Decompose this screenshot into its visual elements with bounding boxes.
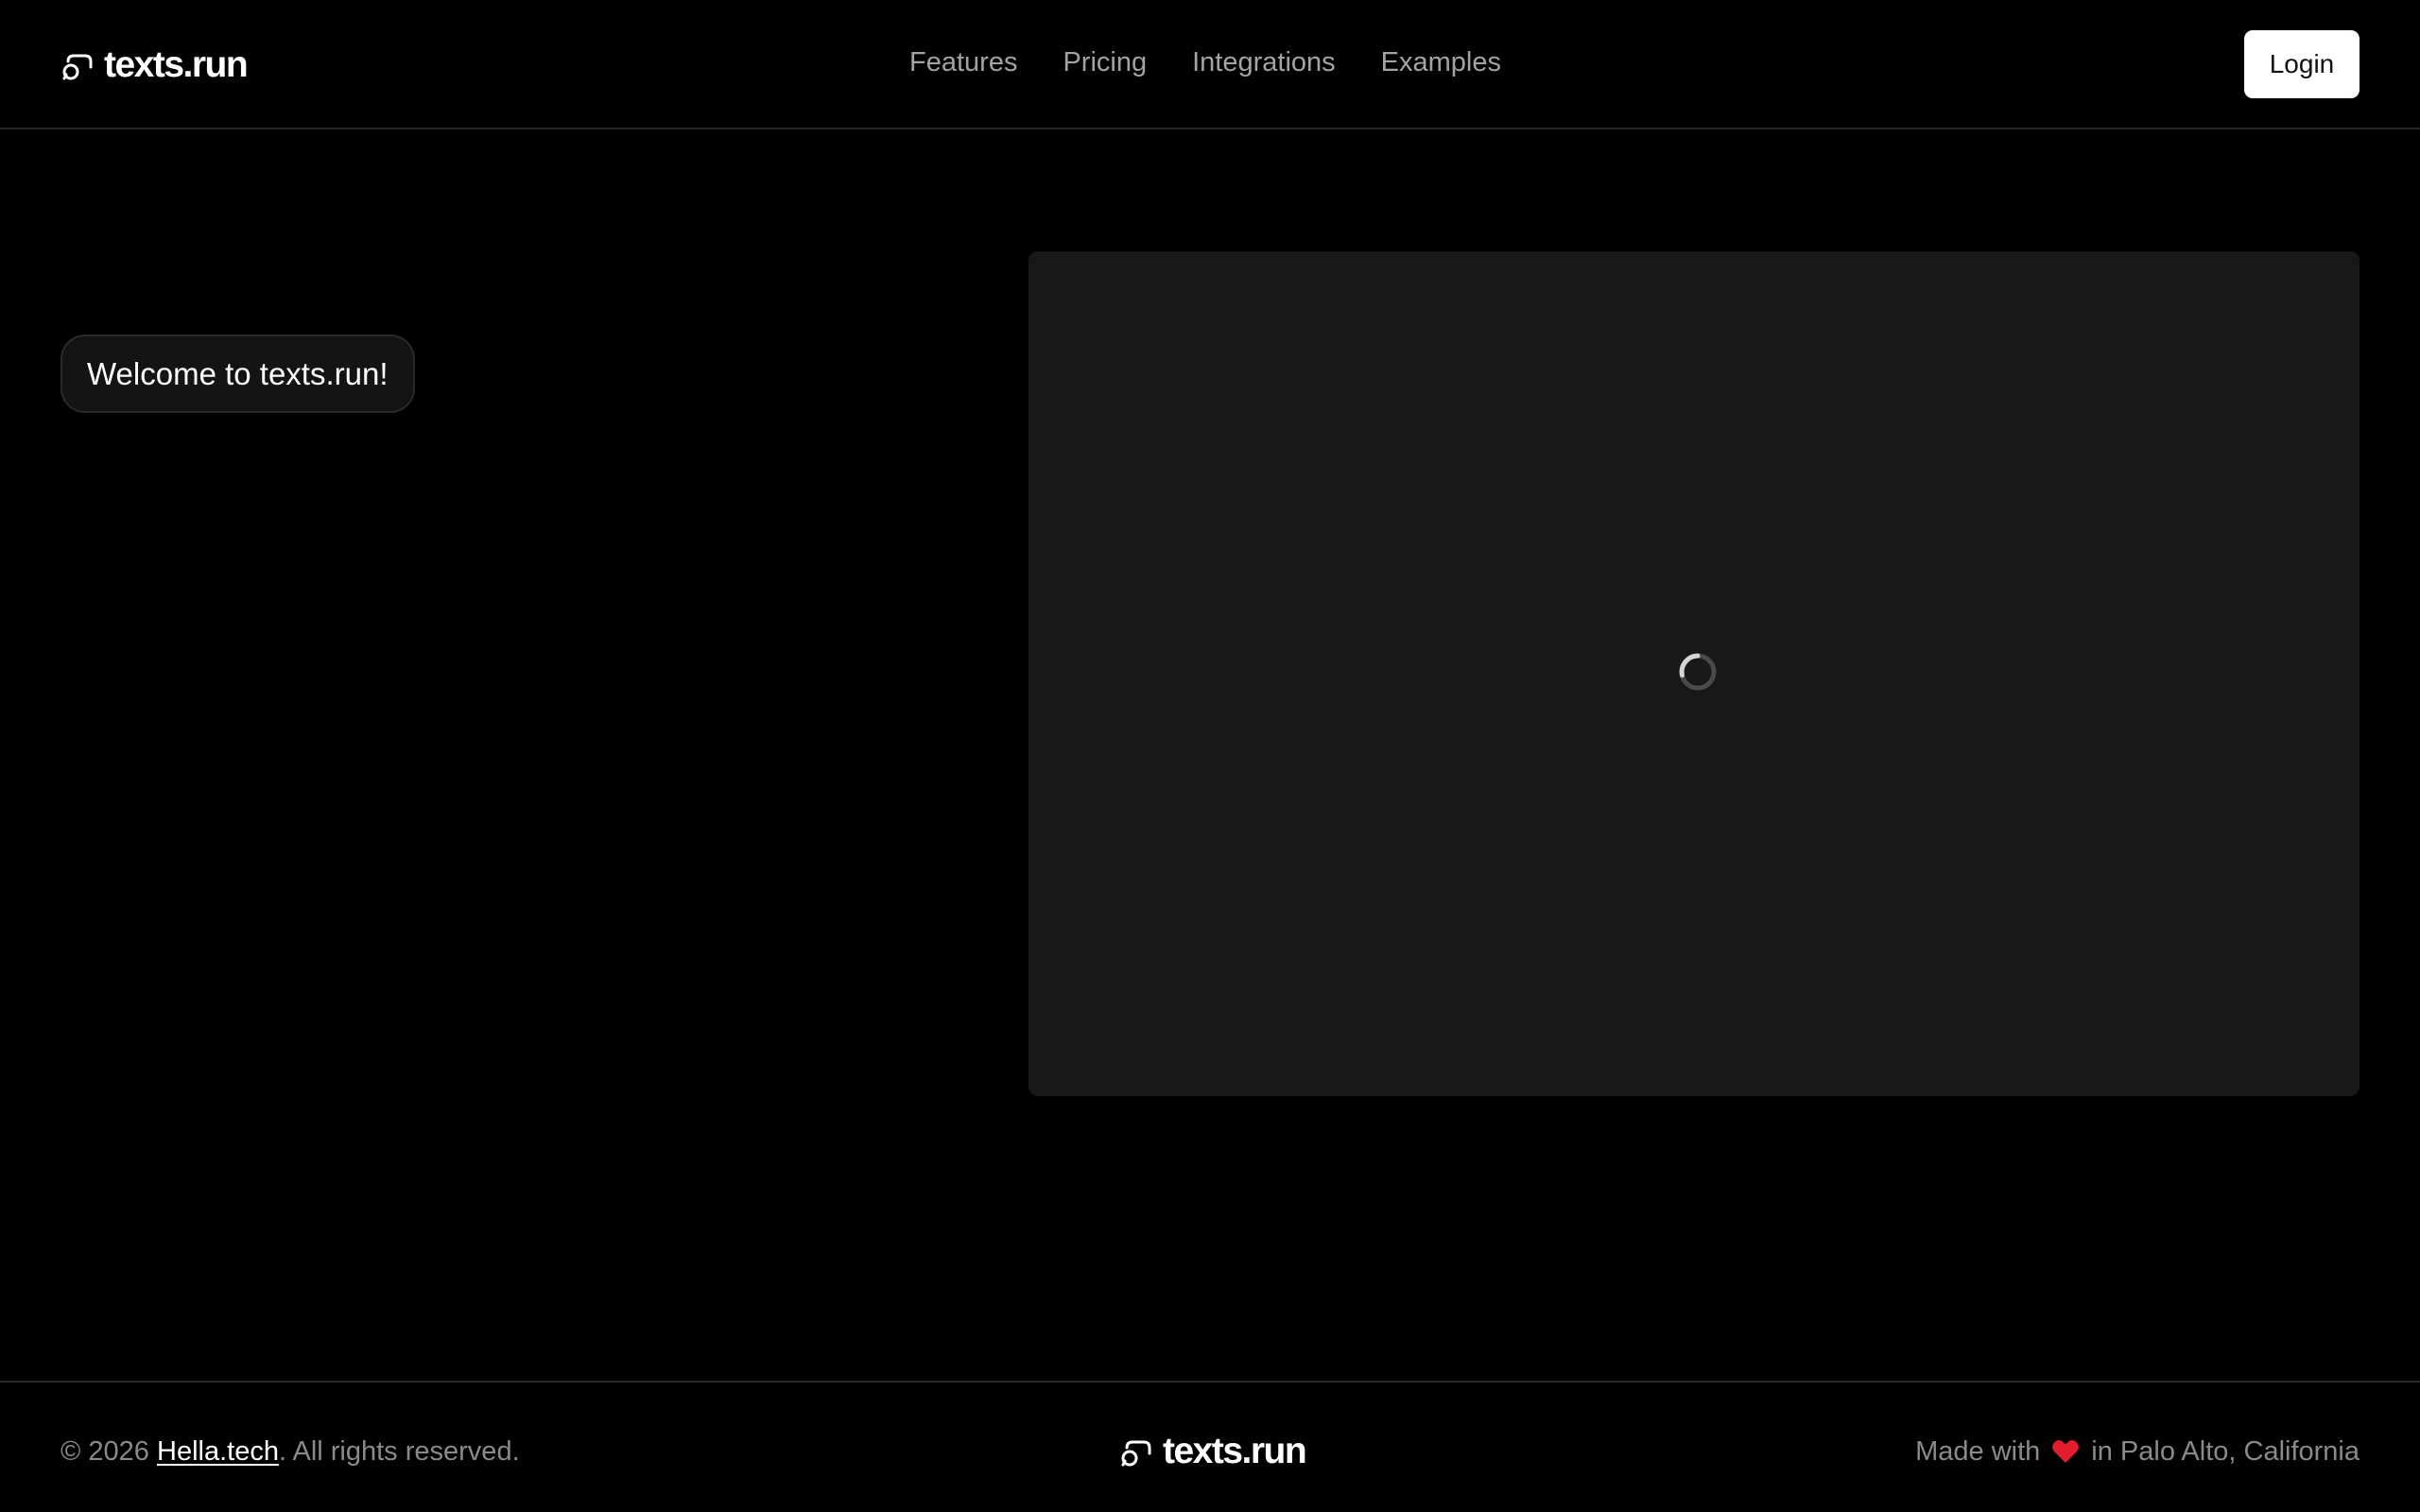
chat-bubble-logo-icon bbox=[62, 54, 93, 80]
copyright-text: © 2026 Hella.tech. All rights reserved. bbox=[60, 1433, 520, 1470]
main-nav: Features Pricing Integrations Examples bbox=[909, 42, 1501, 83]
welcome-message-bubble: Welcome to texts.run! bbox=[60, 335, 415, 413]
nav-link-integrations[interactable]: Integrations bbox=[1192, 42, 1336, 83]
site-header: texts.run Features Pricing Integrations … bbox=[0, 0, 2420, 129]
site-footer: © 2026 Hella.tech. All rights reserved. … bbox=[0, 1381, 2420, 1512]
nav-link-pricing[interactable]: Pricing bbox=[1063, 42, 1147, 83]
logo-text: texts.run bbox=[104, 44, 249, 85]
footer-logo-text: texts.run bbox=[1163, 1431, 1307, 1471]
nav-link-examples[interactable]: Examples bbox=[1381, 42, 1501, 83]
footer-logo[interactable]: texts.run bbox=[1119, 1428, 1307, 1475]
preview-panel bbox=[1028, 251, 2360, 1096]
made-with-text: Made with in Palo Alto, California bbox=[1915, 1433, 2360, 1470]
login-button[interactable]: Login bbox=[2244, 30, 2360, 98]
heart-icon bbox=[2052, 1439, 2080, 1463]
company-link[interactable]: Hella.tech bbox=[157, 1436, 279, 1467]
chat-bubble-logo-icon bbox=[1121, 1440, 1151, 1467]
header-logo[interactable]: texts.run bbox=[60, 42, 249, 89]
nav-link-features[interactable]: Features bbox=[909, 42, 1017, 83]
made-with-suffix: in Palo Alto, California bbox=[2091, 1436, 2360, 1467]
copyright-prefix: © 2026 bbox=[60, 1436, 157, 1467]
made-with-prefix: Made with bbox=[1915, 1436, 2041, 1467]
loading-spinner-icon bbox=[1679, 653, 1717, 691]
copyright-suffix: . All rights reserved. bbox=[278, 1436, 520, 1467]
